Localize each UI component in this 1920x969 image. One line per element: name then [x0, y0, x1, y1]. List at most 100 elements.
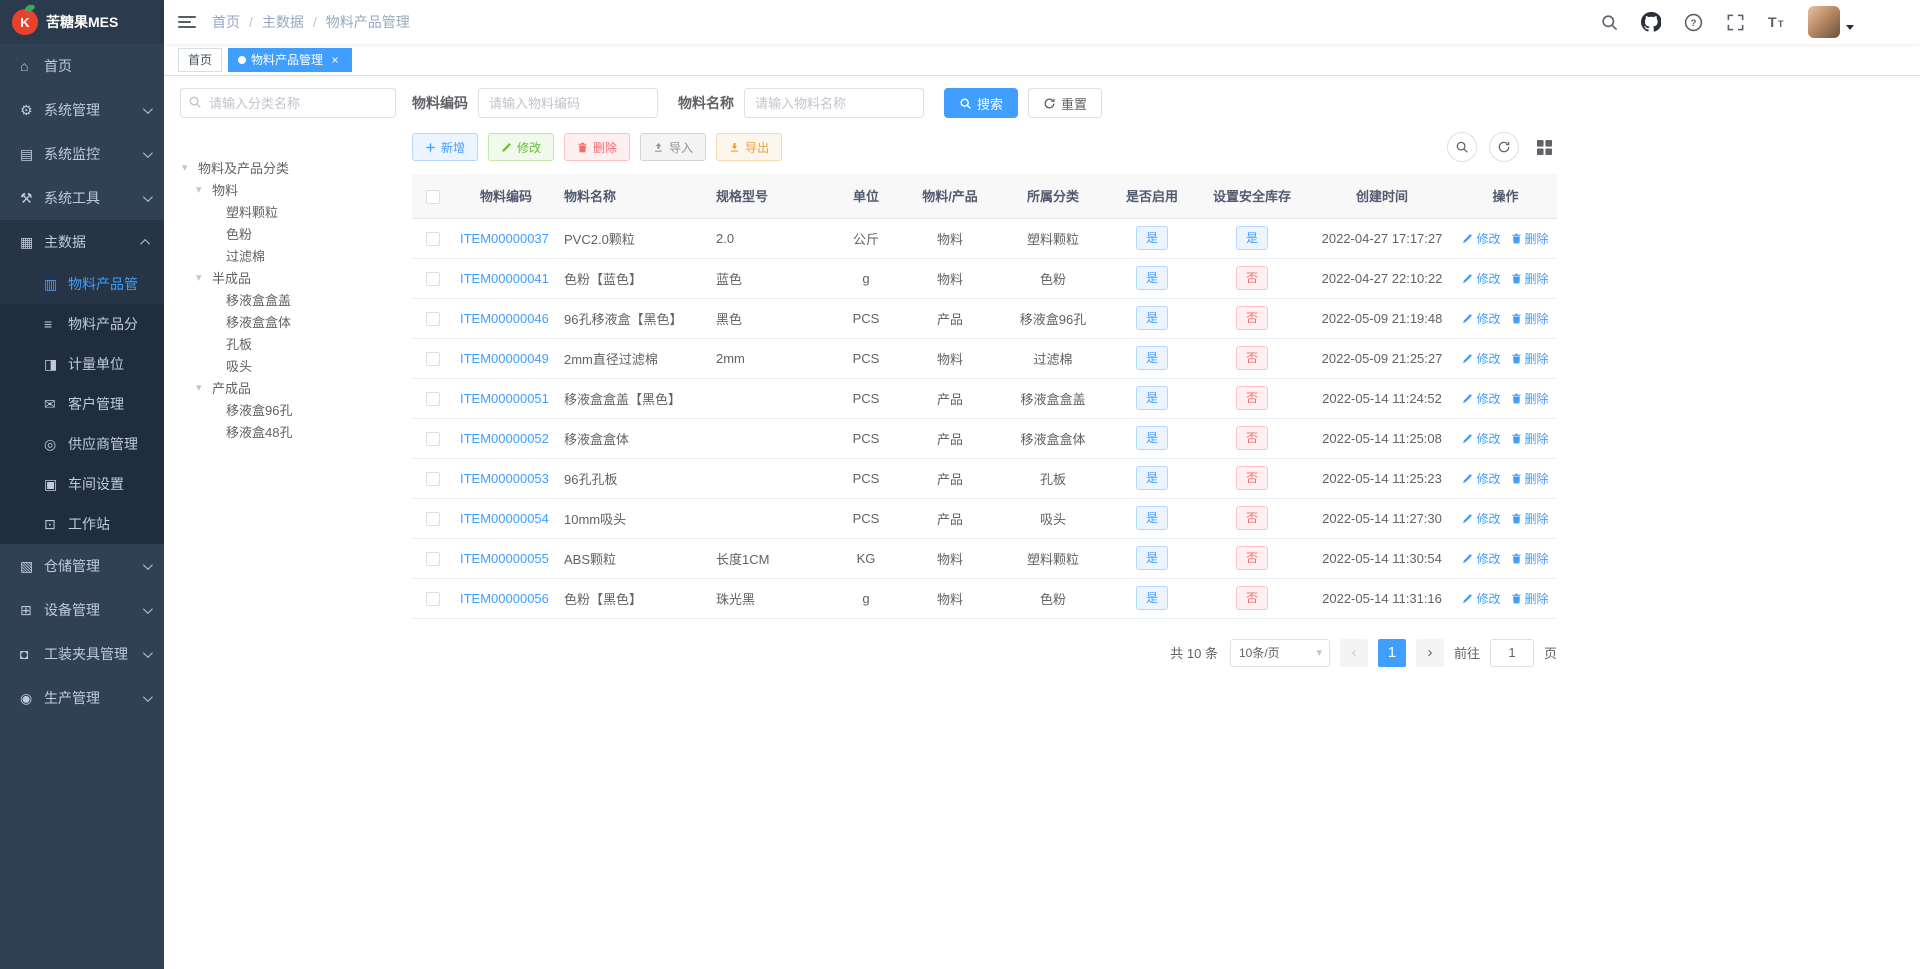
safe-stock-badge[interactable]: 是 [1235, 226, 1268, 250]
safe-stock-badge[interactable]: 否 [1235, 346, 1268, 370]
tree-node[interactable]: 过滤棉 [180, 244, 396, 266]
sidebar-menu-item[interactable]: ✉ 客户管理 [0, 384, 164, 424]
tab-tag[interactable]: 物料产品管理 [228, 47, 353, 72]
row-delete-link[interactable]: 删除 [1511, 230, 1549, 247]
app-logo[interactable]: 苦糖果MES [0, 0, 164, 44]
row-edit-link[interactable]: 修改 [1462, 270, 1501, 287]
sidebar-menu-item[interactable]: ▥ 物料产品管理 [0, 264, 164, 304]
export-button[interactable]: 导出 [716, 133, 783, 161]
page-size-select[interactable]: 10条/页 [1229, 638, 1330, 667]
enabled-badge[interactable]: 是 [1135, 346, 1168, 370]
reset-button[interactable]: 重置 [1028, 88, 1103, 118]
tree-node[interactable]: 孔板 [180, 332, 396, 354]
material-code-link[interactable]: ITEM00000041 [460, 271, 549, 286]
material-code-link[interactable]: ITEM00000037 [460, 231, 549, 246]
row-delete-link[interactable]: 删除 [1511, 510, 1549, 527]
row-edit-link[interactable]: 修改 [1462, 350, 1501, 367]
user-avatar[interactable] [1808, 6, 1840, 38]
row-checkbox[interactable] [426, 231, 440, 246]
code-filter-input[interactable] [478, 88, 658, 118]
prev-page-button[interactable] [1339, 638, 1368, 667]
search-button[interactable]: 搜索 [944, 88, 1019, 118]
refresh-button[interactable] [1489, 132, 1519, 162]
search-icon[interactable] [1598, 11, 1620, 33]
breadcrumb-item[interactable]: 主数据 [262, 12, 326, 32]
safe-stock-badge[interactable]: 否 [1235, 466, 1268, 490]
material-code-link[interactable]: ITEM00000051 [460, 391, 549, 406]
tree-expander-icon[interactable] [182, 161, 198, 174]
safe-stock-badge[interactable]: 否 [1235, 546, 1268, 570]
material-code-link[interactable]: ITEM00000053 [460, 471, 549, 486]
sidebar-menu-item[interactable]: ⚒ 系统工具 [0, 176, 164, 220]
enabled-badge[interactable]: 是 [1135, 266, 1168, 290]
tree-node[interactable]: 移液盒盒盖 [180, 288, 396, 310]
user-menu[interactable] [1808, 6, 1854, 38]
tree-node[interactable]: 吸头 [180, 354, 396, 376]
material-code-link[interactable]: ITEM00000046 [460, 311, 549, 326]
tree-node[interactable]: 产成品 [180, 376, 396, 398]
material-code-link[interactable]: ITEM00000052 [460, 431, 549, 446]
sidebar-menu-item[interactable]: ⊡ 工作站 [0, 504, 164, 544]
edit-button[interactable]: 修改 [488, 133, 555, 161]
row-edit-link[interactable]: 修改 [1462, 230, 1501, 247]
select-all-checkbox[interactable] [426, 189, 440, 204]
sidebar-menu-item[interactable]: ⊞ 设备管理 [0, 588, 164, 632]
tree-node[interactable]: 半成品 [180, 266, 396, 288]
row-delete-link[interactable]: 删除 [1511, 350, 1549, 367]
enabled-badge[interactable]: 是 [1135, 506, 1168, 530]
safe-stock-badge[interactable]: 否 [1235, 266, 1268, 290]
sidebar-menu-item[interactable]: ▧ 仓储管理 [0, 544, 164, 588]
row-checkbox[interactable] [426, 271, 440, 286]
row-checkbox[interactable] [426, 311, 440, 326]
columns-toggle-button[interactable] [1531, 134, 1557, 160]
sidebar-menu-item[interactable]: ◘ 工装夹具管理 [0, 632, 164, 676]
sidebar-menu-item[interactable]: ▦ 主数据 [0, 220, 164, 264]
toggle-search-button[interactable] [1447, 132, 1477, 162]
row-edit-link[interactable]: 修改 [1462, 430, 1501, 447]
sidebar-menu-item[interactable]: ⚙ 系统管理 [0, 88, 164, 132]
row-edit-link[interactable]: 修改 [1462, 590, 1501, 607]
safe-stock-badge[interactable]: 否 [1235, 306, 1268, 330]
tree-node[interactable]: 色粉 [180, 222, 396, 244]
sidebar-menu-item[interactable]: ◉ 生产管理 [0, 676, 164, 720]
row-edit-link[interactable]: 修改 [1462, 390, 1501, 407]
next-page-button[interactable] [1415, 638, 1444, 667]
row-checkbox[interactable] [426, 471, 440, 486]
breadcrumb-item[interactable]: 物料产品管理 [326, 12, 410, 32]
row-edit-link[interactable]: 修改 [1462, 510, 1501, 527]
row-edit-link[interactable]: 修改 [1462, 470, 1501, 487]
enabled-badge[interactable]: 是 [1135, 306, 1168, 330]
goto-page-input[interactable] [1489, 638, 1534, 667]
tree-search-input[interactable] [180, 88, 396, 118]
row-delete-link[interactable]: 删除 [1511, 310, 1549, 327]
help-icon[interactable]: ? [1682, 11, 1704, 33]
safe-stock-badge[interactable]: 否 [1235, 586, 1268, 610]
row-checkbox[interactable] [426, 591, 440, 606]
tree-expander-icon[interactable] [196, 183, 212, 196]
tree-expander-icon[interactable] [196, 271, 212, 284]
tree-node[interactable]: 塑料颗粒 [180, 200, 396, 222]
material-code-link[interactable]: ITEM00000049 [460, 351, 549, 366]
row-delete-link[interactable]: 删除 [1511, 390, 1549, 407]
material-code-link[interactable]: ITEM00000055 [460, 551, 549, 566]
add-button[interactable]: 新增 [412, 133, 479, 161]
github-icon[interactable] [1640, 11, 1662, 33]
material-code-link[interactable]: ITEM00000054 [460, 511, 549, 526]
import-button[interactable]: 导入 [640, 133, 707, 161]
breadcrumb-item[interactable]: 首页 [212, 12, 262, 32]
row-delete-link[interactable]: 删除 [1511, 470, 1549, 487]
sidebar-menu-item[interactable]: ◎ 供应商管理 [0, 424, 164, 464]
row-delete-link[interactable]: 删除 [1511, 270, 1549, 287]
sidebar-menu-item[interactable]: ▣ 车间设置 [0, 464, 164, 504]
tree-node[interactable]: 移液盒96孔 [180, 398, 396, 420]
material-code-link[interactable]: ITEM00000056 [460, 591, 549, 606]
sidebar-menu-item[interactable]: ◨ 计量单位 [0, 344, 164, 384]
row-delete-link[interactable]: 删除 [1511, 430, 1549, 447]
row-delete-link[interactable]: 删除 [1511, 590, 1549, 607]
tree-node[interactable]: 物料及产品分类 [180, 156, 396, 178]
row-edit-link[interactable]: 修改 [1462, 310, 1501, 327]
tab-tag[interactable]: 首页 [178, 47, 223, 72]
tree-node[interactable]: 物料 [180, 178, 396, 200]
enabled-badge[interactable]: 是 [1135, 466, 1168, 490]
enabled-badge[interactable]: 是 [1135, 226, 1168, 250]
